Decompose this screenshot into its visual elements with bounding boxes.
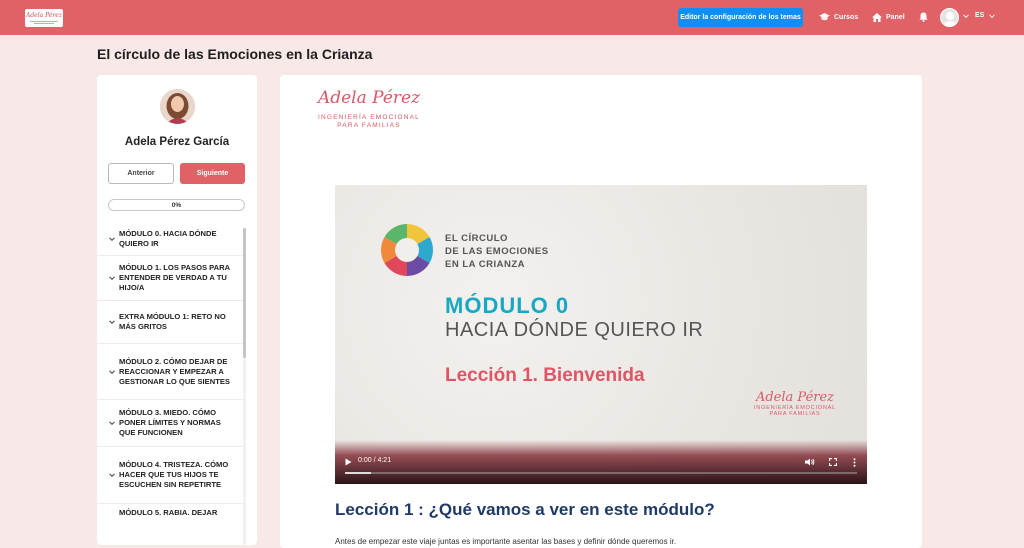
lesson-content: Adela Pérez INGENIERÍA EMOCIONAL PARA FA… (280, 75, 922, 548)
module-item[interactable]: MÓDULO 5. RABIA. DEJAR (97, 504, 243, 534)
instructor-avatar (160, 89, 195, 124)
video-course-title: EL CÍRCULO DE LAS EMOCIONES EN LA CRIANZ… (445, 233, 549, 270)
module-title: EXTRA MÓDULO 1: RETO NO MÁS GRITOS (119, 312, 226, 331)
brand-tagline-2: PARA FAMILIAS (337, 122, 401, 129)
theme-settings-button[interactable]: Editor la configuración de los temas (678, 8, 803, 27)
chevron-down-icon (109, 473, 115, 478)
module-item[interactable]: MÓDULO 0. HACIA DÓNDE QUIERO IR (97, 222, 243, 256)
top-bar: Adela Pérez Editor la configuración de l… (0, 0, 1024, 35)
module-item[interactable]: MÓDULO 1. LOS PASOS PARA ENTENDER DE VER… (97, 256, 243, 301)
module-list-scroll-thumb[interactable] (243, 228, 246, 358)
module-item[interactable]: MÓDULO 4. TRISTEZA. CÓMO HACER QUE TUS H… (97, 447, 243, 504)
course-sidebar: Adela Pérez García Anterior Siguiente 0%… (97, 75, 257, 545)
video-module-subtitle: HACIA DÓNDE QUIERO IR (445, 319, 704, 341)
chevron-down-icon (109, 421, 115, 426)
video-time: 0:00 / 4:21 (358, 457, 392, 464)
video-brand-logo: Adela Pérez INGENIERÍA EMOCIONAL PARA FA… (753, 390, 836, 417)
nav-panel[interactable]: Panel (872, 11, 905, 24)
module-title: MÓDULO 0. HACIA DÓNDE QUIERO IR (119, 228, 217, 248)
course-progress-bar: 0% (108, 199, 245, 211)
module-title: MÓDULO 4. TRISTEZA. CÓMO HACER QUE TUS H… (119, 460, 229, 489)
chevron-down-icon[interactable] (989, 13, 995, 19)
module-title: MÓDULO 5. RABIA. DEJAR (119, 508, 218, 517)
volume-icon[interactable] (805, 458, 815, 466)
chevron-down-icon (109, 236, 115, 241)
module-item[interactable]: EXTRA MÓDULO 1: RETO NO MÁS GRITOS (97, 301, 243, 344)
site-logo[interactable]: Adela Pérez (25, 9, 63, 27)
nav-panel-label: Panel (886, 14, 905, 21)
language-selector[interactable]: ES (975, 12, 984, 19)
video-controls: 0:00 / 4:21 (335, 440, 867, 484)
play-icon[interactable] (345, 458, 352, 466)
bell-icon[interactable] (919, 12, 928, 22)
video-seek-bar[interactable] (345, 472, 857, 474)
page-title: El círculo de las Emociones en la Crianz… (97, 46, 373, 62)
home-icon (872, 13, 882, 22)
module-item[interactable]: MÓDULO 3. MIEDO. CÓMO PONER LÍMITES Y NO… (97, 400, 243, 447)
previous-button[interactable]: Anterior (108, 163, 174, 184)
emotion-wheel-icon (381, 224, 433, 276)
nav-courses-label: Cursos (834, 14, 859, 21)
graduation-cap-icon (819, 13, 830, 21)
progress-label: 0% (171, 201, 182, 209)
brand-logo: Adela Pérez INGENIERÍA EMOCIONAL PARA FA… (314, 88, 424, 129)
brand-signature: Adela Pérez (317, 88, 421, 108)
chevron-down-icon (109, 276, 115, 281)
user-avatar[interactable] (940, 8, 959, 27)
chevron-down-icon (109, 320, 115, 325)
chevron-down-icon[interactable] (963, 13, 969, 19)
lesson-intro-text: Antes de empezar este viaje juntas es im… (335, 537, 677, 546)
brand-tagline-1: INGENIERÍA EMOCIONAL (317, 114, 421, 121)
next-button[interactable]: Siguiente (180, 163, 245, 184)
video-player[interactable]: EL CÍRCULO DE LAS EMOCIONES EN LA CRIANZ… (335, 185, 867, 484)
module-title: MÓDULO 3. MIEDO. CÓMO PONER LÍMITES Y NO… (119, 408, 221, 437)
module-list: MÓDULO 0. HACIA DÓNDE QUIERO IR MÓDULO 1… (97, 222, 243, 545)
video-module-label: MÓDULO 0 (445, 293, 570, 318)
instructor-name: Adela Pérez García (124, 136, 230, 148)
more-options-icon[interactable] (853, 458, 856, 467)
chevron-down-icon (109, 369, 115, 374)
module-title: MÓDULO 1. LOS PASOS PARA ENTENDER DE VER… (119, 263, 230, 292)
logo-text: Adela Pérez (25, 11, 63, 19)
nav-courses[interactable]: Cursos (819, 11, 858, 24)
lesson-heading: Lección 1 : ¿Qué vamos a ver en este mód… (335, 500, 715, 519)
module-item[interactable]: MÓDULO 2. CÓMO DEJAR DE REACCIONAR Y EMP… (97, 344, 243, 400)
module-title: MÓDULO 2. CÓMO DEJAR DE REACCIONAR Y EMP… (119, 356, 230, 386)
video-lesson-label: Lección 1. Bienvenida (445, 365, 645, 386)
fullscreen-icon[interactable] (829, 458, 837, 466)
